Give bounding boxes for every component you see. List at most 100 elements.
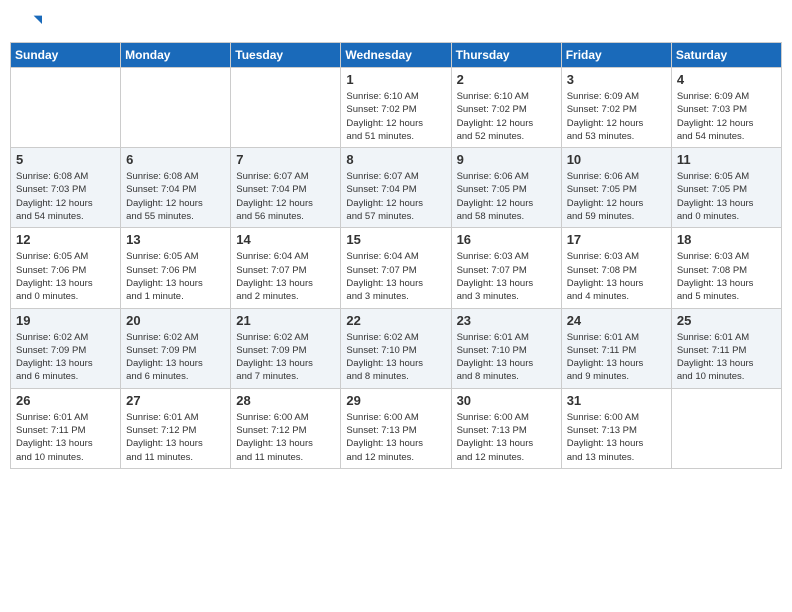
calendar-cell: 15 Sunrise: 6:04 AM Sunset: 7:07 PM Dayli… <box>341 228 451 308</box>
calendar-cell: 27 Sunrise: 6:01 AM Sunset: 7:12 PM Dayli… <box>121 388 231 468</box>
calendar-cell: 5 Sunrise: 6:08 AM Sunset: 7:03 PM Daylig… <box>11 148 121 228</box>
col-header-saturday: Saturday <box>671 43 781 68</box>
day-info: Sunrise: 6:03 AM Sunset: 7:08 PM Dayligh… <box>567 250 666 303</box>
calendar-cell: 23 Sunrise: 6:01 AM Sunset: 7:10 PM Dayli… <box>451 308 561 388</box>
calendar-cell: 13Sunrise: 6:05 AM Sunset: 7:06 PM Dayli… <box>121 228 231 308</box>
day-info: Sunrise: 6:05 AM Sunset: 7:05 PM Dayligh… <box>677 170 776 223</box>
day-number: 3 <box>567 72 666 87</box>
day-number: 28 <box>236 393 335 408</box>
day-info: Sunrise: 6:00 AM Sunset: 7:12 PM Dayligh… <box>236 411 335 464</box>
day-info: Sunrise: 6:01 AM Sunset: 7:10 PM Dayligh… <box>457 331 556 384</box>
day-info: Sunrise: 6:03 AM Sunset: 7:08 PM Dayligh… <box>677 250 776 303</box>
day-info: Sunrise: 6:07 AM Sunset: 7:04 PM Dayligh… <box>236 170 335 223</box>
calendar-cell: 24Sunrise: 6:01 AM Sunset: 7:11 PM Dayli… <box>561 308 671 388</box>
day-number: 29 <box>346 393 445 408</box>
calendar-cell: 4 Sunrise: 6:09 AM Sunset: 7:03 PM Daylig… <box>671 68 781 148</box>
day-info: Sunrise: 6:04 AM Sunset: 7:07 PM Dayligh… <box>236 250 335 303</box>
day-info: Sunrise: 6:06 AM Sunset: 7:05 PM Dayligh… <box>567 170 666 223</box>
day-info: Sunrise: 6:01 AM Sunset: 7:12 PM Dayligh… <box>126 411 225 464</box>
day-info: Sunrise: 6:01 AM Sunset: 7:11 PM Dayligh… <box>16 411 115 464</box>
day-info: Sunrise: 6:02 AM Sunset: 7:09 PM Dayligh… <box>16 331 115 384</box>
calendar-cell: 29Sunrise: 6:00 AM Sunset: 7:13 PM Dayli… <box>341 388 451 468</box>
calendar-cell: 30Sunrise: 6:00 AM Sunset: 7:13 PM Dayli… <box>451 388 561 468</box>
col-header-sunday: Sunday <box>11 43 121 68</box>
calendar-cell: 17 Sunrise: 6:03 AM Sunset: 7:08 PM Dayli… <box>561 228 671 308</box>
calendar-cell: 19 Sunrise: 6:02 AM Sunset: 7:09 PM Dayli… <box>11 308 121 388</box>
calendar-cell: 26 Sunrise: 6:01 AM Sunset: 7:11 PM Dayli… <box>11 388 121 468</box>
calendar-cell: 31Sunrise: 6:00 AM Sunset: 7:13 PM Dayli… <box>561 388 671 468</box>
col-header-tuesday: Tuesday <box>231 43 341 68</box>
day-number: 23 <box>457 313 556 328</box>
day-info: Sunrise: 6:03 AM Sunset: 7:07 PM Dayligh… <box>457 250 556 303</box>
day-number: 14 <box>236 232 335 247</box>
day-number: 4 <box>677 72 776 87</box>
calendar-cell: 1 Sunrise: 6:10 AM Sunset: 7:02 PM Daylig… <box>341 68 451 148</box>
day-number: 15 <box>346 232 445 247</box>
calendar-cell <box>231 68 341 148</box>
day-number: 18 <box>677 232 776 247</box>
day-number: 8 <box>346 152 445 167</box>
calendar-cell: 9 Sunrise: 6:06 AM Sunset: 7:05 PM Daylig… <box>451 148 561 228</box>
calendar-cell: 22 Sunrise: 6:02 AM Sunset: 7:10 PM Dayli… <box>341 308 451 388</box>
col-header-thursday: Thursday <box>451 43 561 68</box>
day-info: Sunrise: 6:08 AM Sunset: 7:03 PM Dayligh… <box>16 170 115 223</box>
day-number: 16 <box>457 232 556 247</box>
calendar-cell: 20 Sunrise: 6:02 AM Sunset: 7:09 PM Dayli… <box>121 308 231 388</box>
day-info: Sunrise: 6:08 AM Sunset: 7:04 PM Dayligh… <box>126 170 225 223</box>
day-info: Sunrise: 6:09 AM Sunset: 7:02 PM Dayligh… <box>567 90 666 143</box>
logo-icon <box>14 10 42 38</box>
calendar-cell: 8 Sunrise: 6:07 AM Sunset: 7:04 PM Daylig… <box>341 148 451 228</box>
calendar-cell: 25Sunrise: 6:01 AM Sunset: 7:11 PM Dayli… <box>671 308 781 388</box>
calendar-cell: 16 Sunrise: 6:03 AM Sunset: 7:07 PM Dayli… <box>451 228 561 308</box>
day-info: Sunrise: 6:00 AM Sunset: 7:13 PM Dayligh… <box>567 411 666 464</box>
calendar-cell <box>671 388 781 468</box>
day-number: 24 <box>567 313 666 328</box>
day-number: 5 <box>16 152 115 167</box>
day-number: 27 <box>126 393 225 408</box>
day-number: 9 <box>457 152 556 167</box>
day-number: 12 <box>16 232 115 247</box>
day-number: 1 <box>346 72 445 87</box>
calendar-week-4: 19 Sunrise: 6:02 AM Sunset: 7:09 PM Dayli… <box>11 308 782 388</box>
day-info: Sunrise: 6:10 AM Sunset: 7:02 PM Dayligh… <box>346 90 445 143</box>
day-info: Sunrise: 6:02 AM Sunset: 7:09 PM Dayligh… <box>126 331 225 384</box>
page-header <box>10 10 782 38</box>
calendar-cell <box>11 68 121 148</box>
calendar-cell: 11Sunrise: 6:05 AM Sunset: 7:05 PM Dayli… <box>671 148 781 228</box>
day-info: Sunrise: 6:07 AM Sunset: 7:04 PM Dayligh… <box>346 170 445 223</box>
day-number: 25 <box>677 313 776 328</box>
calendar-cell <box>121 68 231 148</box>
day-number: 19 <box>16 313 115 328</box>
col-header-friday: Friday <box>561 43 671 68</box>
day-number: 7 <box>236 152 335 167</box>
day-number: 17 <box>567 232 666 247</box>
calendar-header-row: SundayMondayTuesdayWednesdayThursdayFrid… <box>11 43 782 68</box>
day-number: 22 <box>346 313 445 328</box>
day-number: 20 <box>126 313 225 328</box>
day-info: Sunrise: 6:02 AM Sunset: 7:10 PM Dayligh… <box>346 331 445 384</box>
calendar-cell: 10 Sunrise: 6:06 AM Sunset: 7:05 PM Dayli… <box>561 148 671 228</box>
day-info: Sunrise: 6:05 AM Sunset: 7:06 PM Dayligh… <box>16 250 115 303</box>
calendar-cell: 28 Sunrise: 6:00 AM Sunset: 7:12 PM Dayli… <box>231 388 341 468</box>
day-number: 6 <box>126 152 225 167</box>
calendar-cell: 2Sunrise: 6:10 AM Sunset: 7:02 PM Daylig… <box>451 68 561 148</box>
calendar: SundayMondayTuesdayWednesdayThursdayFrid… <box>10 42 782 469</box>
calendar-cell: 6 Sunrise: 6:08 AM Sunset: 7:04 PM Daylig… <box>121 148 231 228</box>
calendar-cell: 12 Sunrise: 6:05 AM Sunset: 7:06 PM Dayli… <box>11 228 121 308</box>
calendar-cell: 21Sunrise: 6:02 AM Sunset: 7:09 PM Dayli… <box>231 308 341 388</box>
calendar-week-3: 12 Sunrise: 6:05 AM Sunset: 7:06 PM Dayli… <box>11 228 782 308</box>
calendar-cell: 3 Sunrise: 6:09 AM Sunset: 7:02 PM Daylig… <box>561 68 671 148</box>
day-number: 30 <box>457 393 556 408</box>
day-info: Sunrise: 6:09 AM Sunset: 7:03 PM Dayligh… <box>677 90 776 143</box>
calendar-week-1: 1 Sunrise: 6:10 AM Sunset: 7:02 PM Daylig… <box>11 68 782 148</box>
day-number: 21 <box>236 313 335 328</box>
calendar-cell: 18 Sunrise: 6:03 AM Sunset: 7:08 PM Dayli… <box>671 228 781 308</box>
day-info: Sunrise: 6:04 AM Sunset: 7:07 PM Dayligh… <box>346 250 445 303</box>
day-number: 10 <box>567 152 666 167</box>
calendar-week-5: 26 Sunrise: 6:01 AM Sunset: 7:11 PM Dayli… <box>11 388 782 468</box>
day-info: Sunrise: 6:06 AM Sunset: 7:05 PM Dayligh… <box>457 170 556 223</box>
calendar-week-2: 5 Sunrise: 6:08 AM Sunset: 7:03 PM Daylig… <box>11 148 782 228</box>
day-number: 26 <box>16 393 115 408</box>
day-number: 2 <box>457 72 556 87</box>
col-header-monday: Monday <box>121 43 231 68</box>
